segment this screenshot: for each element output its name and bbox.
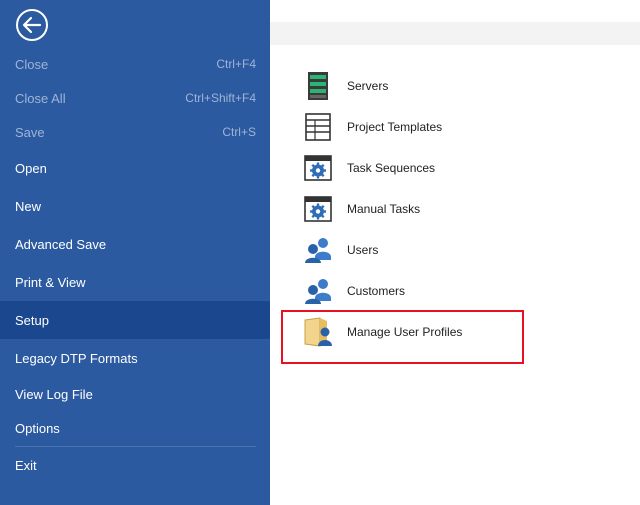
setup-item-servers-label: Servers [347,79,389,93]
menu-exit-label: Exit [15,457,37,473]
template-icon [305,113,331,141]
back-arrow-icon[interactable] [15,8,49,42]
menu-save[interactable]: Save Ctrl+S [0,114,270,150]
menu-print-view[interactable]: Print & View [0,264,270,300]
gear-window-icon [304,196,332,222]
menu-view-log-file-label: View Log File [15,386,93,402]
menu-new-label: New [15,198,42,214]
setup-item-customers[interactable]: Customers [303,274,405,308]
server-icon [308,72,328,100]
gear-window-icon [304,155,332,181]
setup-item-users-label: Users [347,243,379,257]
content-header-strip [270,22,640,45]
menu-close-label: Close [15,56,49,72]
setup-item-task-sequences[interactable]: Task Sequences [303,151,435,185]
setup-item-servers[interactable]: Servers [303,69,388,103]
setup-item-users[interactable]: Users [303,233,378,267]
menu-setup-label: Setup [15,312,49,328]
users-icon [305,238,331,263]
highlight-annotation-box [281,310,524,364]
backstage-sidebar: Close Ctrl+F4 Close All Ctrl+Shift+F4 Sa… [0,0,270,505]
menu-setup[interactable]: Setup [0,301,270,339]
users-icon [305,279,331,304]
menu-print-view-label: Print & View [15,274,86,290]
menu-close-all[interactable]: Close All Ctrl+Shift+F4 [0,80,270,116]
setup-item-task-sequences-label: Task Sequences [347,161,436,175]
menu-options-label: Options [15,420,60,436]
menu-save-shortcut: Ctrl+S [222,125,256,139]
menu-advanced-save[interactable]: Advanced Save [0,226,270,262]
menu-open-label: Open [15,160,47,176]
setup-item-manual-tasks-label: Manual Tasks [347,202,421,216]
menu-close-all-label: Close All [15,90,66,106]
menu-close-shortcut: Ctrl+F4 [216,57,256,71]
setup-item-customers-label: Customers [347,284,406,298]
menu-options[interactable]: Options [0,410,270,446]
menu-new[interactable]: New [0,188,270,224]
menu-view-log-file[interactable]: View Log File [0,376,270,412]
menu-legacy-dtp-formats-label: Legacy DTP Formats [15,350,138,366]
menu-open[interactable]: Open [0,150,270,186]
menu-close-all-shortcut: Ctrl+Shift+F4 [185,91,256,105]
menu-advanced-save-label: Advanced Save [15,236,107,252]
menu-exit[interactable]: Exit [0,447,270,483]
menu-close[interactable]: Close Ctrl+F4 [0,46,270,82]
setup-item-project-templates[interactable]: Project Templates [303,110,442,144]
setup-item-manual-tasks[interactable]: Manual Tasks [303,192,420,226]
setup-item-project-templates-label: Project Templates [347,120,443,134]
menu-legacy-dtp-formats[interactable]: Legacy DTP Formats [0,340,270,376]
menu-save-label: Save [15,124,45,140]
